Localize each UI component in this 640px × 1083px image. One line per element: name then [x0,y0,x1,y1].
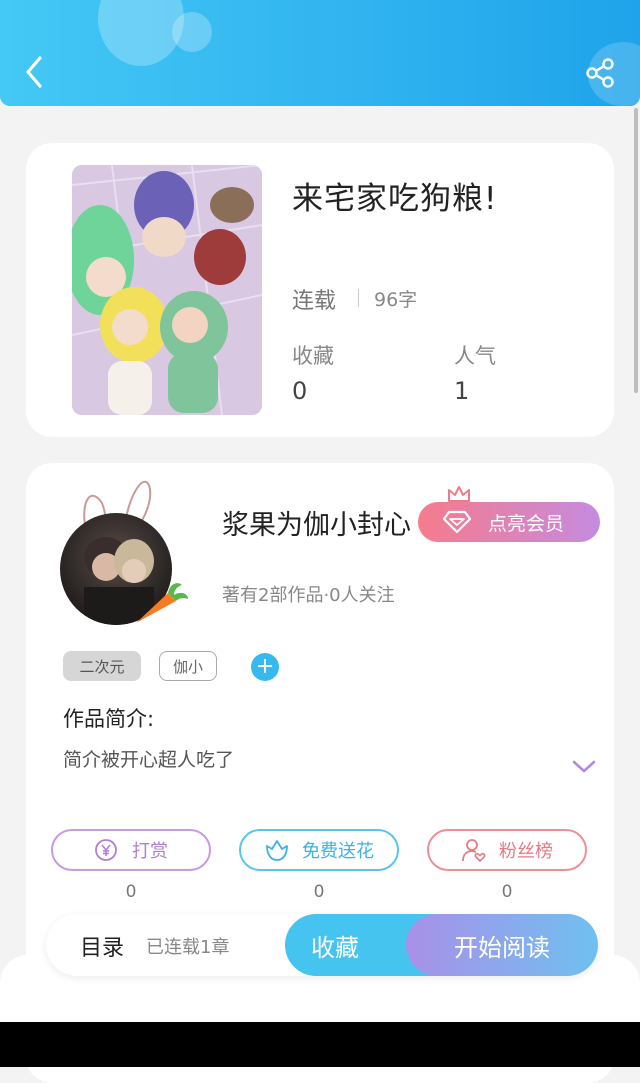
intro-label: 作品简介: [63,707,155,731]
send-flower-label: 免费送花 [302,841,374,862]
book-info-card: 来宅家吃狗粮! 连载 96字 收藏 0 人气 1 [26,143,614,437]
toc-button[interactable]: 目录 [80,930,124,962]
flower-count: 0 [313,882,325,902]
chevron-left-icon [26,56,42,88]
author-meta: 著有2部作品·0人关注 [222,585,395,606]
book-title: 来宅家吃狗粮! [292,181,498,217]
system-nav-bar [0,1022,640,1067]
yen-coin-icon [95,839,117,861]
send-flower-button[interactable]: 免费送花 [239,829,399,871]
fan-ranking-button[interactable]: 粉丝榜 [427,829,587,871]
book-cover-image[interactable] [72,165,262,415]
vip-button[interactable]: 点亮会员 [418,486,600,542]
popularity-value: 1 [454,377,470,405]
decor-bubble [172,12,212,52]
back-button[interactable] [16,52,52,92]
tip-count: 0 [125,882,137,902]
expand-intro-button[interactable] [571,759,597,779]
header-bar [0,0,640,106]
scrollbar[interactable] [634,108,638,393]
vip-button-label: 点亮会员 [488,512,565,535]
tag-item[interactable]: 伽小 [159,651,217,681]
flower-icon [266,840,288,861]
fan-ranking-label: 粉丝榜 [499,841,553,862]
chapter-count[interactable]: 已连载1章 [146,933,229,959]
favorites-label: 收藏 [292,344,334,368]
author-name[interactable]: 浆果为伽小封心 [222,503,411,542]
tag-item[interactable]: 二次元 [63,651,141,681]
divider [358,289,359,307]
tip-button-label: 打赏 [132,841,168,862]
author-avatar[interactable] [60,481,188,625]
start-reading-button[interactable]: 开始阅读 [406,914,598,976]
chevron-down-icon [572,760,596,773]
diamond-icon [442,510,472,534]
intro-text: 简介被开心超人吃了 [63,749,235,771]
serial-status: 连载 [292,289,337,314]
cover-illustration [72,165,262,415]
favorites-value: 0 [292,377,308,405]
crown-icon [448,486,470,502]
tip-button[interactable]: 打赏 [51,829,211,871]
share-button[interactable] [580,54,620,92]
add-tag-button[interactable]: + [251,653,279,681]
popularity-label: 人气 [454,344,496,368]
user-heart-icon [462,839,486,863]
share-icon [586,58,614,88]
bottom-action-bar: 目录 已连载1章 收藏 开始阅读 [46,914,598,976]
fan-count: 0 [501,882,513,902]
carrot-icon [136,583,188,623]
word-count: 96字 [374,289,418,311]
